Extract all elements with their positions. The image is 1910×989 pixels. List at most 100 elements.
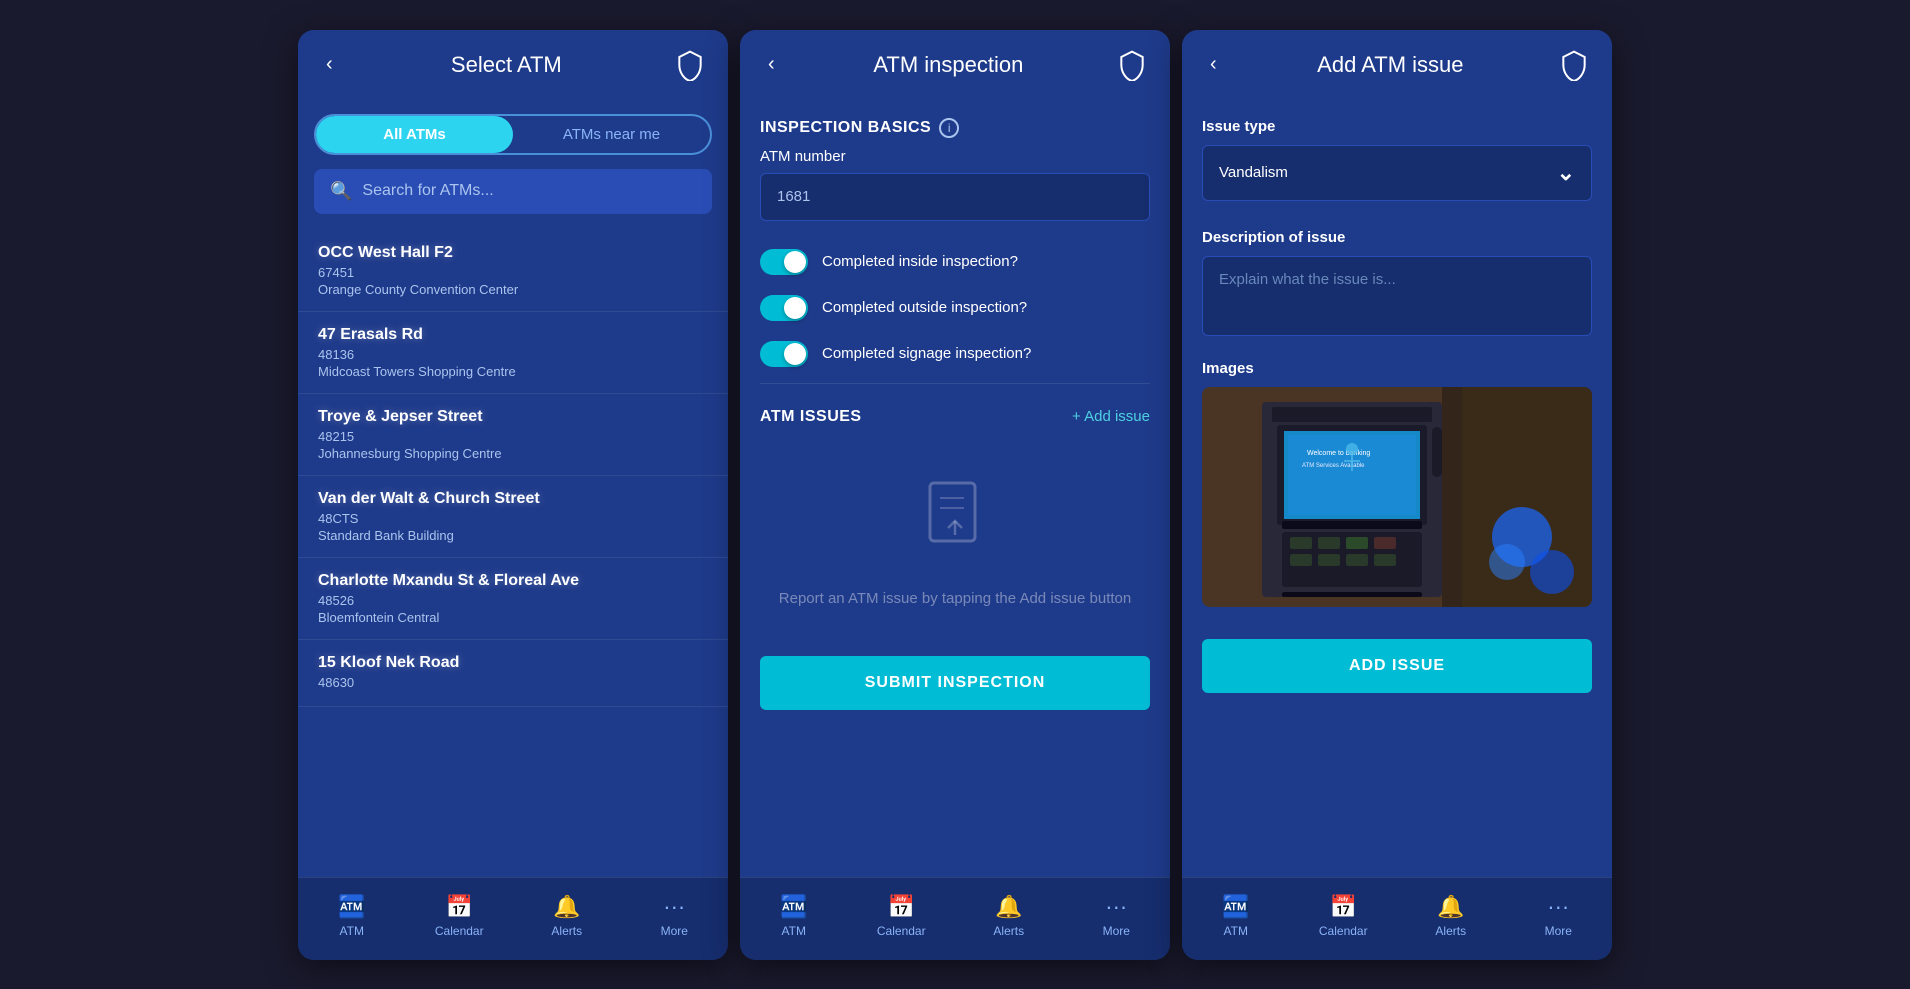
back-button-2[interactable]: ‹ — [760, 49, 783, 80]
atm-name: 47 Erasals Rd — [318, 326, 708, 344]
atm-code: 67451 — [318, 265, 708, 280]
screen-add-atm-issue: ‹ Add ATM issue Issue type Vandalism ⌄ D… — [1182, 30, 1612, 960]
outside-inspection-toggle[interactable] — [760, 295, 808, 321]
atm-location: Standard Bank Building — [318, 528, 708, 543]
nav-calendar[interactable]: 📅 Calendar — [848, 888, 956, 944]
nav-alerts[interactable]: 🔔 Alerts — [955, 888, 1063, 944]
nav-more[interactable]: ··· More — [621, 888, 729, 944]
atm-name: Charlotte Mxandu St & Floreal Ave — [318, 572, 708, 590]
tab-atms-near-me[interactable]: ATMs near me — [513, 116, 710, 153]
description-placeholder: Explain what the issue is... — [1219, 271, 1396, 288]
nav-calendar-label: Calendar — [1319, 924, 1368, 938]
atm-issues-title: ATM ISSUES — [760, 408, 862, 426]
add-issue-button[interactable]: + Add issue — [1072, 408, 1150, 425]
more-nav-icon: ··· — [663, 894, 685, 920]
empty-state-text: Report an ATM issue by tapping the Add i… — [779, 588, 1131, 611]
atm-location: Bloemfontein Central — [318, 610, 708, 625]
atm-number-label: ATM number — [740, 148, 1170, 173]
back-button-3[interactable]: ‹ — [1202, 49, 1225, 80]
nav-more-label: More — [1545, 924, 1572, 938]
nav-more-label: More — [1103, 924, 1130, 938]
issue-type-value: Vandalism — [1219, 164, 1288, 181]
tab-toggle: All ATMs ATMs near me — [314, 114, 712, 155]
info-icon[interactable]: i — [939, 118, 959, 138]
screen2-title: ATM inspection — [783, 52, 1114, 78]
list-item[interactable]: OCC West Hall F2 67451 Orange County Con… — [298, 230, 728, 312]
nav-alerts-label: Alerts — [993, 924, 1024, 938]
chevron-down-icon: ⌄ — [1557, 160, 1575, 186]
atm-list: OCC West Hall F2 67451 Orange County Con… — [298, 230, 728, 707]
list-item[interactable]: 47 Erasals Rd 48136 Midcoast Towers Shop… — [298, 312, 728, 394]
signage-inspection-label: Completed signage inspection? — [822, 345, 1031, 362]
atm-location: Orange County Convention Center — [318, 282, 708, 297]
atm-code: 48526 — [318, 593, 708, 608]
description-section: Description of issue Explain what the is… — [1182, 211, 1612, 346]
more-nav-icon: ··· — [1105, 894, 1127, 920]
bottom-nav-3: 🏧 ATM 📅 Calendar 🔔 Alerts ··· More — [1182, 877, 1612, 960]
inside-inspection-label: Completed inside inspection? — [822, 253, 1018, 270]
atm-name: Van der Walt & Church Street — [318, 490, 708, 508]
atm-image: Welcome to banking ATM Services Availabl… — [1202, 387, 1592, 607]
search-bar[interactable]: 🔍 — [314, 169, 712, 214]
nav-alerts-label: Alerts — [1435, 924, 1466, 938]
atm-issues-header: ATM ISSUES + Add issue — [740, 390, 1170, 438]
atm-number-value: 1681 — [777, 188, 810, 205]
screen3-content: Issue type Vandalism ⌄ Description of is… — [1182, 100, 1612, 877]
screen3-header: ‹ Add ATM issue — [1182, 30, 1612, 100]
bell-nav-icon: 🔔 — [1437, 894, 1464, 920]
atm-location: Midcoast Towers Shopping Centre — [318, 364, 708, 379]
list-item[interactable]: Van der Walt & Church Street 48CTS Stand… — [298, 476, 728, 558]
tab-all-atms[interactable]: All ATMs — [316, 116, 513, 153]
screen1-title: Select ATM — [341, 52, 672, 78]
nav-atm-label: ATM — [782, 924, 806, 938]
search-input[interactable] — [362, 182, 696, 200]
list-item[interactable]: Troye & Jepser Street 48215 Johannesburg… — [298, 394, 728, 476]
nav-more[interactable]: ··· More — [1063, 888, 1171, 944]
issue-type-dropdown[interactable]: Vandalism ⌄ — [1202, 145, 1592, 201]
nav-calendar[interactable]: 📅 Calendar — [406, 888, 514, 944]
nav-alerts[interactable]: 🔔 Alerts — [513, 888, 621, 944]
list-item[interactable]: 15 Kloof Nek Road 48630 — [298, 640, 728, 707]
submit-inspection-button[interactable]: SUBMIT INSPECTION — [760, 656, 1150, 710]
back-button-1[interactable]: ‹ — [318, 49, 341, 80]
nav-atm[interactable]: 🏧 ATM — [740, 888, 848, 944]
toggle-outside: Completed outside inspection? — [740, 285, 1170, 331]
atm-nav-icon: 🏧 — [1222, 894, 1249, 920]
atm-code: 48630 — [318, 675, 708, 690]
inside-inspection-toggle[interactable] — [760, 249, 808, 275]
shield-icon-1 — [672, 47, 708, 83]
screen-select-atm: ‹ Select ATM All ATMs ATMs near me 🔍 OCC… — [298, 30, 728, 960]
description-label: Description of issue — [1202, 229, 1592, 246]
calendar-nav-icon: 📅 — [1330, 894, 1357, 920]
empty-state-icon — [920, 478, 990, 572]
inspection-basics-header: INSPECTION BASICS i — [740, 100, 1170, 148]
screen2-content: INSPECTION BASICS i ATM number 1681 Comp… — [740, 100, 1170, 877]
calendar-nav-icon: 📅 — [888, 894, 915, 920]
description-textarea[interactable]: Explain what the issue is... — [1202, 256, 1592, 336]
svg-text:Welcome to banking: Welcome to banking — [1307, 450, 1370, 457]
calendar-nav-icon: 📅 — [446, 894, 473, 920]
issue-type-label: Issue type — [1202, 118, 1592, 135]
atm-location: Johannesburg Shopping Centre — [318, 446, 708, 461]
nav-atm[interactable]: 🏧 ATM — [298, 888, 406, 944]
nav-atm[interactable]: 🏧 ATM — [1182, 888, 1290, 944]
bell-nav-icon: 🔔 — [553, 894, 580, 920]
nav-atm-label: ATM — [1224, 924, 1248, 938]
nav-atm-label: ATM — [340, 924, 364, 938]
nav-calendar[interactable]: 📅 Calendar — [1290, 888, 1398, 944]
atm-number-field[interactable]: 1681 — [760, 173, 1150, 221]
list-item[interactable]: Charlotte Mxandu St & Floreal Ave 48526 … — [298, 558, 728, 640]
more-nav-icon: ··· — [1547, 894, 1569, 920]
svg-text:ATM Services Available: ATM Services Available — [1302, 463, 1365, 469]
issue-type-section: Issue type Vandalism ⌄ — [1182, 100, 1612, 211]
atm-image-container: Welcome to banking ATM Services Availabl… — [1202, 387, 1592, 607]
signage-inspection-toggle[interactable] — [760, 341, 808, 367]
atm-name: Troye & Jepser Street — [318, 408, 708, 426]
images-label: Images — [1182, 346, 1612, 387]
nav-more-label: More — [661, 924, 688, 938]
nav-more[interactable]: ··· More — [1505, 888, 1613, 944]
add-issue-button[interactable]: ADD ISSUE — [1202, 639, 1592, 693]
atm-nav-icon: 🏧 — [338, 894, 365, 920]
nav-alerts[interactable]: 🔔 Alerts — [1397, 888, 1505, 944]
screen1-content: All ATMs ATMs near me 🔍 OCC West Hall F2… — [298, 100, 728, 877]
